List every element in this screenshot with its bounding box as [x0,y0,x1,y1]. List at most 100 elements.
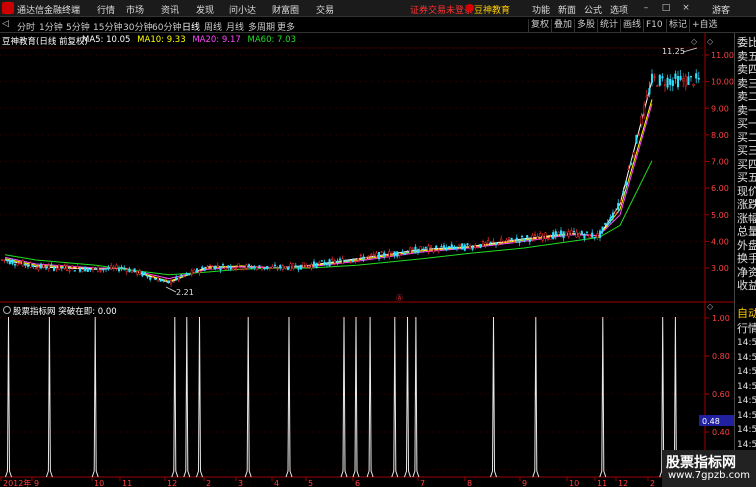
candle-body [310,264,313,269]
candle-body [557,231,560,235]
menu-discover[interactable]: 发现 [196,3,214,16]
period-60min[interactable]: 60分钟 [152,20,181,33]
candle-body [133,268,136,272]
candle-body [466,243,469,246]
trade-time: 14:5 [737,367,756,377]
candle-body [185,273,188,275]
candle-body [578,233,581,238]
low-marker-arrow [165,286,177,293]
candle-body [182,275,186,278]
tool-stats[interactable]: 统计 [597,19,620,32]
maximize-icon[interactable]: □ [660,2,672,14]
diamond-icon-2[interactable]: ◇ [707,37,714,46]
candle-body [419,246,422,251]
candle-body [328,259,331,267]
auto-label[interactable]: 自动 [737,308,756,320]
candle-body [307,265,310,268]
candle-body [211,266,214,271]
candle-body [312,261,316,267]
candle-body [416,250,420,253]
indicator-settings-icon[interactable] [3,306,11,314]
menu-market-quotes[interactable]: 行情 [97,3,115,16]
tool-overlay[interactable]: 叠加 [551,19,574,32]
tool-adjust[interactable]: 复权 [528,19,551,32]
candle-body [159,279,162,282]
indicator-diamond-icon[interactable]: ◇ [707,302,714,311]
tool-multi-stock[interactable]: 多股 [574,19,597,32]
tool-f10[interactable]: F10 [643,19,665,32]
menu-formula[interactable]: 公式 [584,3,602,16]
candle-body [437,249,440,252]
candle-body [333,260,336,264]
menu-news[interactable]: 资讯 [161,3,179,16]
guest-user[interactable]: 游客 [712,3,730,16]
event-marker[interactable]: Ⓐ [396,294,403,302]
breakout-signal-spike [171,316,179,478]
candle-body [104,268,108,270]
current-stock-name[interactable]: 豆神教育 [474,3,510,16]
candle-body [598,230,602,238]
candle-body [663,84,667,86]
candle-body [146,275,149,278]
trade-login-alert[interactable]: 证券交易未登录 [410,3,473,16]
candle-body [637,134,641,136]
breakout-signal-spike [490,316,497,478]
period-weekly[interactable]: 周线 [204,20,222,33]
minimize-icon[interactable]: – [640,2,652,14]
period-more[interactable]: 更多 [277,20,295,33]
candle-body [396,251,399,257]
candle-body [143,272,147,275]
candle-body [8,259,11,265]
ma60-label: MA60: 7.03 [247,35,296,45]
back-arrow-icon[interactable]: ◁ [2,19,9,29]
x-tick-label: 7 [420,479,425,487]
period-5min[interactable]: 5分钟 [66,20,90,33]
x-tick-label: 4 [274,479,279,487]
period-15min[interactable]: 15分钟 [93,20,122,33]
candle-body [476,247,479,249]
menu-new-page[interactable]: 新面 [558,3,576,16]
tool-draw[interactable]: 画线 [620,19,643,32]
candle-body [224,267,227,271]
candle-body [481,241,485,247]
menu-options[interactable]: 选项 [610,3,628,16]
candle-body [450,244,453,249]
period-toolbar: ◁ 分时 1分钟 5分钟 15分钟 30分钟 60分钟 日线 周线 月线 多周期… [0,18,756,33]
candle-body [684,75,687,87]
period-daily[interactable]: 日线 [182,20,200,33]
quote-label[interactable]: 行情 [737,323,756,335]
tool-mark[interactable]: 标记 [666,19,689,32]
diamond-icon[interactable]: ◇ [691,37,698,46]
candle-body [6,259,9,262]
candle-body [635,134,638,144]
candle-body [219,268,222,271]
menu-wealth-circle[interactable]: 财富圈 [272,3,299,16]
candle-body [281,265,284,270]
period-intraday[interactable]: 分时 [17,20,35,33]
candle-body [403,253,407,255]
y-tick-label: 9.00 [711,104,729,113]
candle-body [136,271,139,275]
period-1min[interactable]: 1分钟 [39,20,63,33]
period-multi[interactable]: 多周期 [248,20,275,33]
menu-function[interactable]: 功能 [532,3,550,16]
candle-body [331,258,334,261]
menu-ask-xiaoda[interactable]: 问小达 [229,3,256,16]
x-tick-label: 2 [206,479,211,487]
candle-body [453,246,456,250]
quote-field-label: 换手 [737,252,756,265]
period-30min[interactable]: 30分钟 [123,20,152,33]
chart-canvas[interactable]: 11.00 10.00 9.00 8.00 7.00 6.00 5.00 4.00 3.00 2… [0,0,756,487]
candle-body [549,236,552,240]
candle-body [91,267,95,270]
tool-add-watchlist[interactable]: +自选 [689,19,720,32]
ma20-label: MA20: 9.17 [192,35,241,45]
close-icon[interactable]: × [680,2,692,14]
menu-market[interactable]: 市场 [126,3,144,16]
period-monthly[interactable]: 月线 [226,20,244,33]
menu-trade[interactable]: 交易 [316,3,334,16]
x-tick-label: 12 [167,479,177,487]
candle-body [414,246,417,254]
candle-body [669,78,672,85]
x-tick-label: 2012年 [3,478,31,487]
